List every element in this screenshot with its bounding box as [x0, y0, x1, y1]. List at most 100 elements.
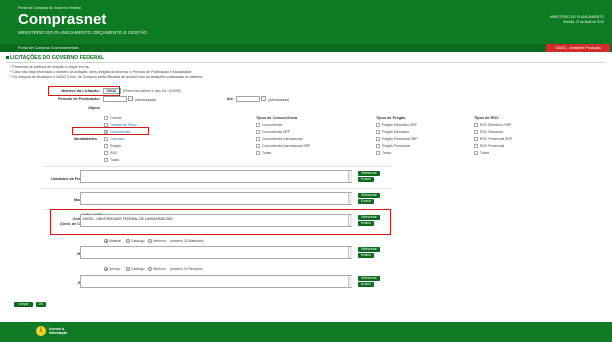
materiais-select-button[interactable]: Selecionar [358, 247, 380, 252]
municipios-scrollbar[interactable] [348, 193, 352, 204]
modalidade-rdc: RDC [110, 151, 118, 155]
highlight-concorrencia [72, 127, 149, 135]
checkbox-tipo-rdc[interactable] [474, 123, 478, 127]
section-divider [6, 62, 606, 63]
instruction-2: *Caso não seja informado o número da lic… [10, 70, 193, 74]
access-information-link[interactable]: Acesso à Informação [49, 327, 75, 335]
tipo-pregao-item: Pregão Presencial [382, 144, 410, 148]
checkbox-todas[interactable] [104, 158, 108, 162]
tipo-concorrencia-item: Concorrência Internacional [262, 137, 303, 141]
tipo-concorrencia-item: Concorrência [262, 123, 283, 127]
modalidade-concurso[interactable]: Concurso [110, 137, 125, 141]
tipo-pregao-item: Pregão Eletrônico [382, 130, 409, 134]
instruction-3: *Os campos de Município e UASG (Unid. de… [10, 75, 204, 79]
radio-nenhum-label: Nenhum [153, 267, 166, 271]
modalidade-todas: Todas [110, 158, 120, 162]
objeto-label: Objeto [87, 106, 100, 110]
servicos-select-button[interactable]: Selecionar [358, 276, 380, 281]
ate-label: Até: [226, 97, 234, 101]
numero-licitacao-hint: (Preencha número e ano. Ex: 102005) [123, 89, 181, 93]
checkbox-tipo-rdc[interactable] [474, 130, 478, 134]
municipios-list[interactable] [80, 192, 352, 205]
uf-list[interactable] [80, 170, 352, 183]
periodo-start-input[interactable] [103, 96, 127, 102]
calendar-icon[interactable] [128, 96, 133, 101]
servicos-hint: (máximo 20 Serviços) [170, 267, 203, 271]
portal-link[interactable]: Portal de Compras Governamentais [18, 46, 79, 50]
periodo-end-input[interactable] [236, 96, 260, 102]
section-title: LICITAÇÕES DO GOVERNO FEDERAL [10, 55, 105, 61]
checkbox-tipo-concorrencia[interactable] [256, 137, 260, 141]
municipios-select-button[interactable]: Selecionar [358, 193, 380, 198]
checkbox-tipo-pregao[interactable] [376, 130, 380, 134]
checkbox-pregao[interactable] [104, 144, 108, 148]
radio-catalogo[interactable] [126, 239, 130, 243]
radio-nenhum[interactable] [148, 239, 152, 243]
highlight-uasg [50, 209, 391, 235]
radio-catalogo-label: Catálogo [131, 267, 145, 271]
modalidade-pregao: Pregão [110, 144, 121, 148]
tipos-concorrencia-title: Tipos de Concorrência [256, 116, 298, 120]
radio-catalogo-label: Catálogo [131, 239, 145, 243]
tipo-pregao-item: Pregão Presencial SRP [382, 137, 418, 141]
radio-servico[interactable] [104, 267, 108, 271]
uf-remove-button[interactable]: Excluir [358, 177, 374, 182]
ministry-name: MINISTÉRIO DO PLANEJAMENTO ORÇAMENTO E G… [18, 30, 147, 35]
radio-material-label: Material [109, 239, 122, 243]
checkbox-tipo-rdc[interactable] [474, 151, 478, 155]
checkbox-tipo-concorrencia[interactable] [256, 144, 260, 148]
info-icon[interactable]: i [36, 326, 46, 336]
municipios-remove-button[interactable]: Excluir [358, 199, 374, 204]
periodo-label: Período de Publicação: [58, 97, 100, 101]
tipo-rdc-item: RDC Eletrônico SRP [480, 123, 512, 127]
radio-servico-label: Serviço [109, 267, 121, 271]
checkbox-convite[interactable] [104, 116, 108, 120]
uf-scrollbar[interactable] [348, 171, 352, 182]
checkbox-concurso[interactable] [104, 137, 108, 141]
checkbox-tipo-concorrencia[interactable] [256, 151, 260, 155]
calendar-icon[interactable] [261, 96, 266, 101]
portal-caption: Portal de Compras do Governo Federal [18, 6, 81, 10]
servicos-remove-button[interactable]: Excluir [358, 282, 374, 287]
ok-button[interactable]: OK [36, 302, 46, 307]
clear-button[interactable]: Limpar [14, 302, 33, 307]
tipo-concorrencia-item: Concorrência SRP [262, 130, 291, 134]
radio-nenhum[interactable] [148, 267, 152, 271]
footer: i Acesso à Informação [0, 322, 612, 342]
checkbox-tipo-concorrencia[interactable] [256, 123, 260, 127]
materiais-scrollbar[interactable] [348, 247, 352, 258]
section-icon [6, 56, 9, 59]
checkbox-tipo-pregao[interactable] [376, 123, 380, 127]
environment-badge: SIASG - Ambiente Produção [546, 44, 610, 52]
servicos-scrollbar[interactable] [348, 276, 352, 287]
radio-catalogo[interactable] [126, 267, 130, 271]
uf-select-button[interactable]: Selecionar [358, 171, 380, 176]
servicos-list[interactable] [80, 275, 352, 288]
app-title[interactable]: Comprasnet [18, 11, 107, 28]
checkbox-tipo-pregao[interactable] [376, 151, 380, 155]
materiais-list[interactable] [80, 246, 352, 259]
checkbox-tipo-concorrencia[interactable] [256, 130, 260, 134]
tipo-rdc-item: RDC Eletrônico [480, 130, 504, 134]
checkbox-rdc[interactable] [104, 151, 108, 155]
tipos-pregao-title: Tipos de Pregão [376, 116, 406, 120]
materiais-remove-button[interactable]: Excluir [358, 253, 374, 258]
tipo-pregao-item: Todos [382, 151, 392, 155]
checkbox-tipo-rdc[interactable] [474, 137, 478, 141]
tipo-rdc-item: RDC Presencial [480, 144, 505, 148]
materiais-hint: (máximo 20 Materiais) [170, 239, 204, 243]
divider [42, 188, 392, 189]
modalidade-convite: Convite [110, 116, 122, 120]
highlight-numero [48, 86, 120, 96]
checkbox-tipo-rdc[interactable] [474, 144, 478, 148]
tipo-concorrencia-item: Todas [262, 151, 272, 155]
checkbox-tipo-pregao[interactable] [376, 144, 380, 148]
tipo-rdc-item: RDC Presencial SRP [480, 137, 513, 141]
header-date: Brasília, 27 de Maio de 2016 [563, 20, 604, 24]
header-right-ministry: MINISTÉRIO DO PLANEJAMENTO [549, 15, 604, 19]
tipos-rdc-title: Tipos de RDC [474, 116, 499, 120]
radio-material[interactable] [104, 239, 108, 243]
radio-nenhum-label: Nenhum [153, 239, 166, 243]
checkbox-tipo-pregao[interactable] [376, 137, 380, 141]
nav-strip: Portal de Compras Governamentais SIASG -… [0, 44, 612, 52]
